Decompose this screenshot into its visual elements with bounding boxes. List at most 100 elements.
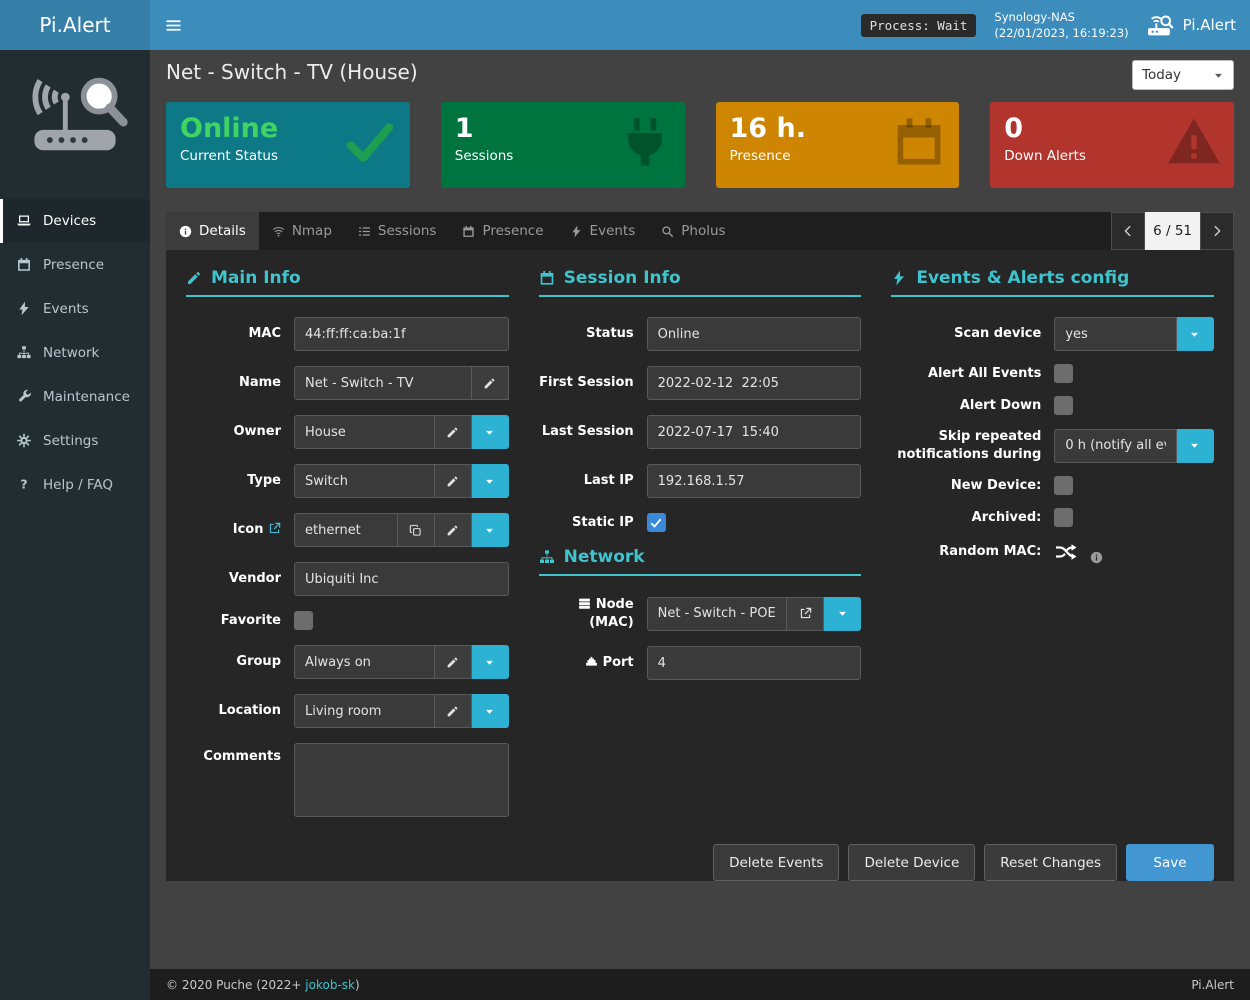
caret-down-icon (837, 608, 848, 619)
group-label: Group (186, 653, 281, 671)
name-edit-button[interactable] (472, 366, 509, 400)
last-ip-input[interactable] (647, 464, 862, 498)
owner-edit-button[interactable] (435, 415, 472, 449)
owner-dropdown-button[interactable] (472, 415, 509, 449)
icon-dropdown-button[interactable] (472, 513, 509, 547)
bolt-icon (891, 270, 907, 286)
type-input[interactable] (294, 464, 435, 498)
sidebar-item-presence[interactable]: Presence (0, 243, 150, 287)
period-dropdown[interactable]: Today (1132, 60, 1234, 90)
status-input[interactable] (647, 317, 862, 351)
archived-checkbox[interactable] (1054, 508, 1073, 527)
tab-details[interactable]: Details (166, 212, 259, 250)
ethernet-port-icon (585, 655, 598, 668)
pencil-icon (186, 270, 202, 286)
location-input[interactable] (294, 694, 435, 728)
author-link[interactable]: jokob-sk (305, 978, 355, 992)
node-mac-input[interactable] (647, 597, 788, 631)
wrench-icon (15, 389, 33, 404)
alert-down-checkbox[interactable] (1054, 396, 1073, 415)
copyright-text: © 2020 Puche (2022+ jokob-sk) (166, 978, 360, 992)
static-ip-checkbox[interactable] (647, 513, 666, 532)
sidebar-toggle-button[interactable] (150, 0, 196, 50)
sidebar-item-settings[interactable]: Settings (0, 419, 150, 463)
group-dropdown-button[interactable] (472, 645, 509, 679)
random-mac-indicator (1054, 540, 1214, 564)
delete-events-button[interactable]: Delete Events (713, 844, 839, 881)
owner-label: Owner (186, 423, 281, 441)
tab-events[interactable]: Events (557, 212, 649, 250)
pencil-icon (446, 656, 459, 669)
mac-label: MAC (186, 325, 281, 343)
icon-edit-button[interactable] (435, 513, 472, 547)
location-dropdown-button[interactable] (472, 694, 509, 728)
next-device-button[interactable] (1200, 212, 1234, 250)
tab-nmap[interactable]: Nmap (259, 212, 345, 250)
name-input[interactable] (294, 366, 472, 400)
pencil-icon (483, 377, 496, 390)
copy-icon (409, 524, 422, 537)
reset-changes-button[interactable]: Reset Changes (984, 844, 1117, 881)
mac-input[interactable] (294, 317, 509, 351)
sidebar-item-maintenance[interactable]: Maintenance (0, 375, 150, 419)
new-device-checkbox[interactable] (1054, 476, 1073, 495)
type-edit-button[interactable] (435, 464, 472, 498)
warning-icon (1167, 115, 1221, 169)
session-info-section: Session Info Status First Session Last S… (539, 268, 862, 832)
first-session-label: First Session (539, 374, 634, 392)
scan-device-input[interactable] (1054, 317, 1177, 351)
group-edit-button[interactable] (435, 645, 472, 679)
sitemap-icon (15, 345, 33, 360)
tab-presence[interactable]: Presence (449, 212, 556, 250)
first-session-input[interactable] (647, 366, 862, 400)
last-ip-label: Last IP (539, 472, 634, 490)
info-icon[interactable] (1090, 551, 1103, 564)
skip-notifications-dropdown-button[interactable] (1177, 429, 1214, 463)
check-icon (343, 115, 397, 169)
prev-device-button[interactable] (1111, 212, 1145, 250)
location-edit-button[interactable] (435, 694, 472, 728)
bolt-icon (15, 301, 33, 316)
brand-logo[interactable]: Pi.Alert (0, 0, 150, 50)
sidebar-item-network[interactable]: Network (0, 331, 150, 375)
header-brand[interactable]: Pi.Alert (1147, 12, 1236, 39)
favorite-label: Favorite (186, 612, 281, 630)
location-label: Location (186, 702, 281, 720)
alert-all-events-checkbox[interactable] (1054, 364, 1073, 383)
port-input[interactable] (647, 646, 862, 680)
last-session-input[interactable] (647, 415, 862, 449)
sidebar-item-help[interactable]: ? Help / FAQ (0, 463, 150, 507)
footer-brand: Pi.Alert (1191, 978, 1234, 992)
search-icon (661, 225, 674, 238)
comments-textarea[interactable] (294, 743, 509, 817)
scan-device-dropdown-button[interactable] (1177, 317, 1214, 351)
pencil-icon (446, 475, 459, 488)
sidebar-item-devices[interactable]: Devices (0, 199, 150, 243)
pialert-logo-icon (1147, 12, 1174, 39)
tab-sessions[interactable]: Sessions (345, 212, 450, 250)
info-icon (179, 225, 192, 238)
skip-notifications-input[interactable] (1054, 429, 1177, 463)
random-mac-label: Random MAC: (891, 543, 1041, 561)
calendar-icon (539, 270, 555, 286)
type-dropdown-button[interactable] (472, 464, 509, 498)
external-link-icon[interactable] (268, 522, 281, 535)
owner-input[interactable] (294, 415, 435, 449)
node-dropdown-button[interactable] (824, 597, 861, 631)
icon-input[interactable] (294, 513, 398, 547)
favorite-checkbox[interactable] (294, 611, 313, 630)
tab-pholus[interactable]: Pholus (648, 212, 738, 250)
group-input[interactable] (294, 645, 435, 679)
new-device-label: New Device: (891, 477, 1041, 495)
name-label: Name (186, 374, 281, 392)
save-button[interactable]: Save (1126, 844, 1214, 881)
chevron-right-icon (1210, 224, 1224, 238)
sidebar-item-events[interactable]: Events (0, 287, 150, 331)
delete-device-button[interactable]: Delete Device (848, 844, 975, 881)
caret-down-icon (484, 525, 495, 536)
external-link-icon (799, 607, 812, 620)
icon-copy-button[interactable] (398, 513, 435, 547)
vendor-input[interactable] (294, 562, 509, 596)
node-open-button[interactable] (787, 597, 824, 631)
caret-down-icon (1189, 329, 1200, 340)
